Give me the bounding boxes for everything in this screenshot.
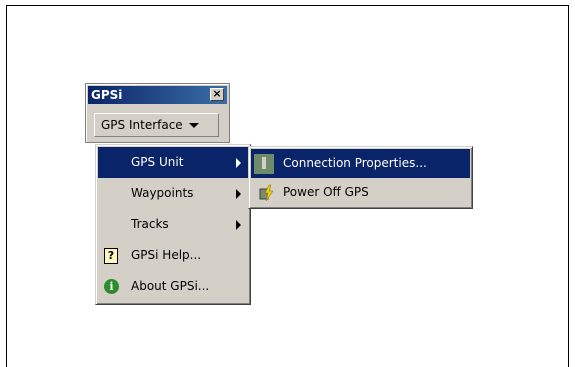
menu-item-gps-unit[interactable]: GPS Unit bbox=[98, 147, 248, 178]
menu-item-label: GPS Unit bbox=[131, 155, 184, 169]
menu-item-label: About GPSi... bbox=[131, 279, 210, 293]
submenu-arrow-icon bbox=[236, 219, 241, 230]
gps-unit-submenu: Connection Properties... Power Off GPS bbox=[248, 146, 473, 209]
menu-item-label: Waypoints bbox=[131, 186, 194, 200]
power-icon bbox=[257, 184, 275, 202]
menu-item-label: Power Off GPS bbox=[283, 185, 369, 199]
gps-interface-label: GPS Interface bbox=[101, 118, 183, 132]
submenu-arrow-icon bbox=[236, 188, 241, 199]
menu-item-gpsi-help[interactable]: ? GPSi Help... bbox=[98, 240, 248, 271]
connection-icon bbox=[254, 153, 274, 174]
menu-item-power-off-gps[interactable]: Power Off GPS bbox=[251, 178, 470, 207]
close-icon: × bbox=[212, 87, 222, 100]
chevron-down-icon bbox=[188, 123, 199, 128]
gpsi-toolbar: GPSi × GPS Interface bbox=[85, 83, 230, 143]
menu-item-label: Connection Properties... bbox=[283, 156, 427, 170]
toolbar-title-text: GPSi bbox=[91, 88, 123, 102]
menu-item-tracks[interactable]: Tracks bbox=[98, 209, 248, 240]
menu-item-connection-properties[interactable]: Connection Properties... bbox=[251, 149, 470, 178]
submenu-arrow-icon bbox=[236, 157, 241, 168]
gps-interface-dropdown[interactable]: GPS Interface bbox=[94, 113, 219, 137]
menu-item-waypoints[interactable]: Waypoints bbox=[98, 178, 248, 209]
close-button[interactable]: × bbox=[210, 88, 224, 101]
info-icon: i bbox=[104, 278, 119, 294]
menu-item-label: Tracks bbox=[131, 217, 169, 231]
menu-item-label: GPSi Help... bbox=[131, 248, 202, 262]
gps-interface-menu: GPS Unit Waypoints Tracks ? GPSi Help...… bbox=[95, 144, 251, 305]
help-icon: ? bbox=[104, 247, 118, 264]
menu-item-about-gpsi[interactable]: i About GPSi... bbox=[98, 271, 248, 302]
toolbar-title: GPSi × bbox=[88, 86, 227, 104]
